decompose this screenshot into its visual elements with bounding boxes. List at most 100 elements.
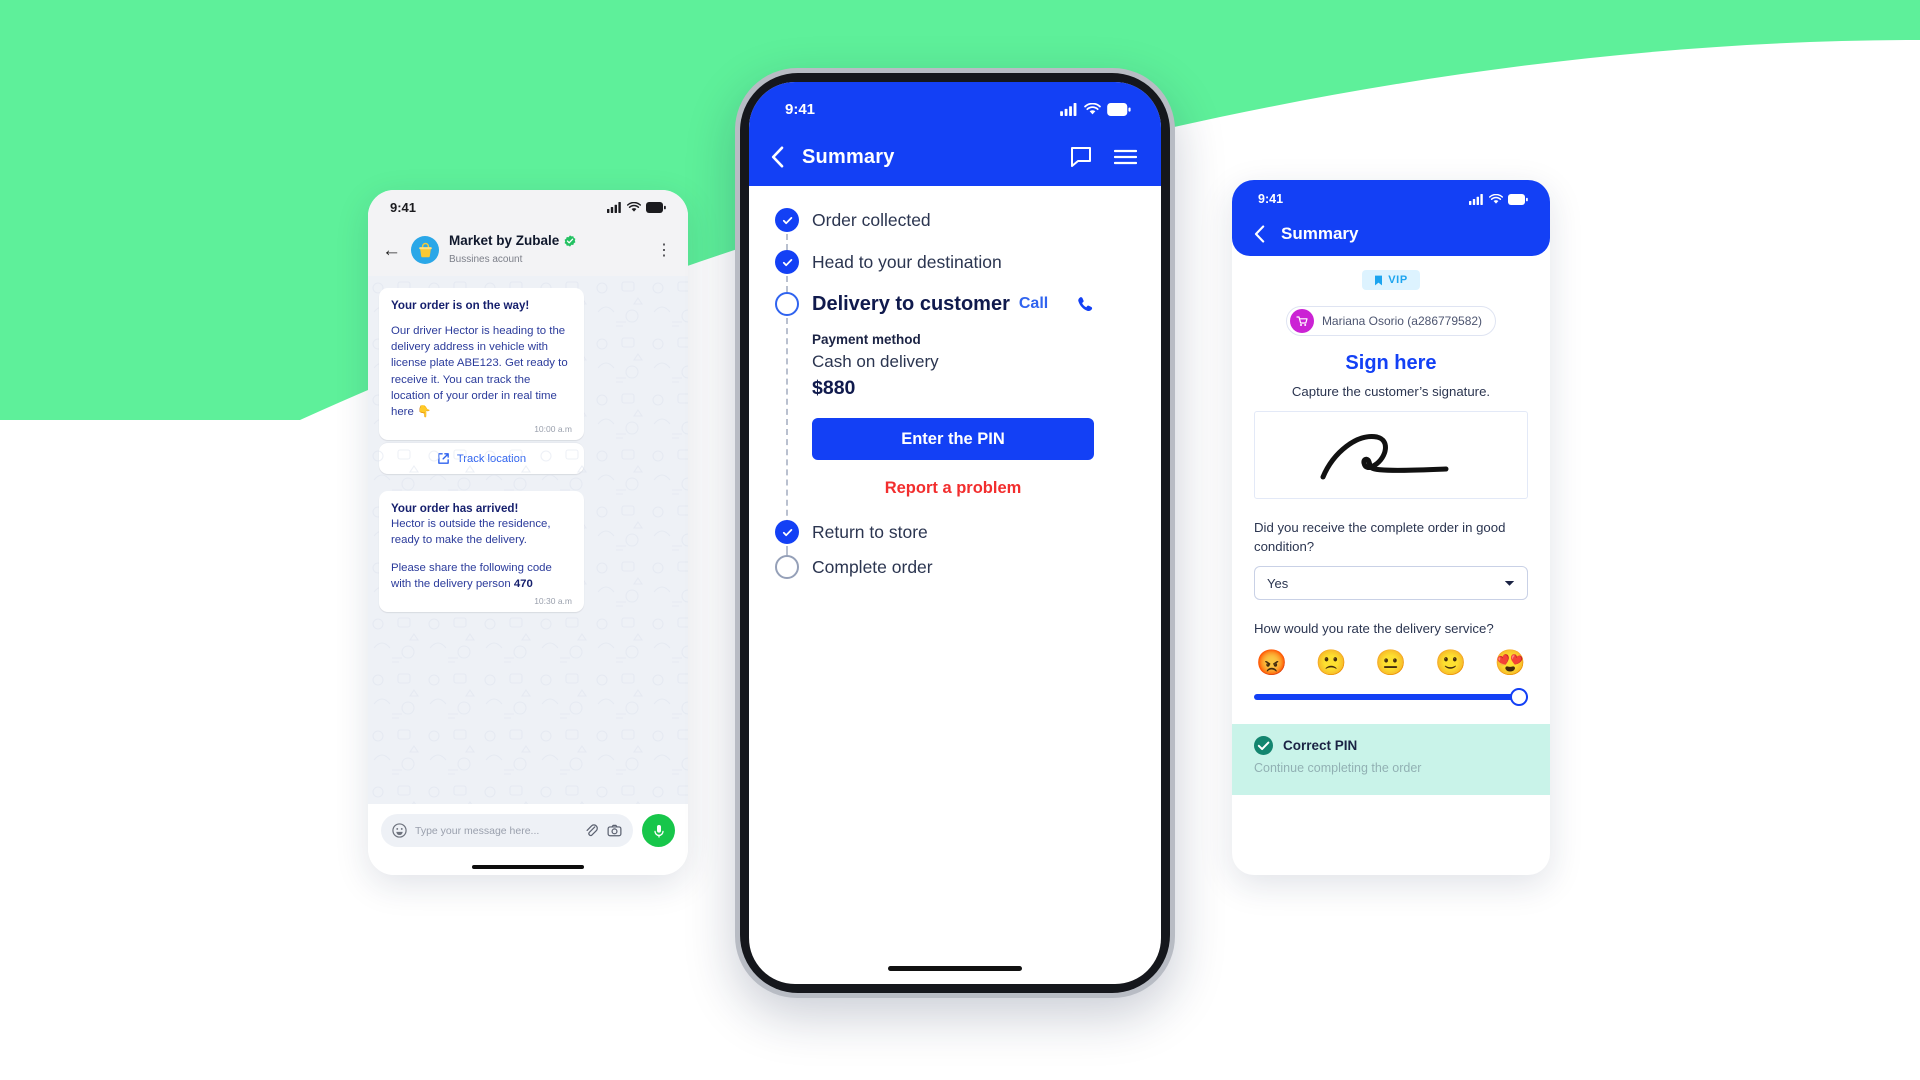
phone-icon[interactable] — [1075, 294, 1096, 315]
question-rating-label: How would you rate the delivery service? — [1254, 621, 1494, 637]
message-title: Your order is on the way! — [391, 299, 530, 312]
step-complete-order[interactable]: Complete order — [749, 555, 1161, 579]
rating-emoji-2[interactable]: 🙁 — [1316, 651, 1347, 676]
step-head-to-destination[interactable]: Head to your destination — [749, 250, 1161, 292]
overflow-menu-icon[interactable]: ⋮ — [654, 240, 674, 260]
right-top-bar: 9:41 Summary — [1232, 180, 1550, 256]
wifi-icon — [1084, 102, 1101, 114]
shopping-cart-avatar-icon — [1289, 309, 1314, 333]
message-bubble: Your order has arrived! Hector is outsid… — [379, 491, 584, 612]
rating-slider[interactable] — [1254, 688, 1528, 707]
page-title: Summary — [1281, 224, 1359, 243]
signature-stroke — [1320, 434, 1449, 480]
message-input[interactable]: Type your message here... — [381, 814, 633, 847]
cellular-signal-icon — [1469, 193, 1483, 205]
message-body-line2: Please share the following code with the… — [391, 561, 552, 590]
rating-emoji-5[interactable]: 😍 — [1495, 651, 1526, 676]
page-title: Summary — [802, 145, 895, 168]
battery-icon — [1107, 102, 1131, 116]
whatsapp-chat-header: ← Market by Zubale Bussines acount ⋮ — [368, 224, 688, 276]
emoji-icon[interactable] — [392, 823, 407, 838]
complete-order-select[interactable]: Yes — [1254, 566, 1528, 601]
voice-message-button[interactable] — [642, 814, 675, 847]
chat-bubble-icon[interactable] — [1070, 146, 1092, 168]
camera-icon[interactable] — [607, 823, 622, 838]
step-label: Delivery to customer — [812, 293, 1010, 315]
cellular-signal-icon — [1060, 102, 1077, 116]
right-status-bar: 9:41 — [1232, 180, 1550, 212]
step-label: Return to store — [812, 522, 928, 542]
rating-slider-track — [1254, 694, 1528, 701]
step-label: Complete order — [812, 557, 933, 577]
verified-badge-icon — [564, 235, 576, 247]
step-connector — [786, 234, 788, 250]
step-status-icon — [775, 292, 799, 316]
wifi-icon — [1489, 193, 1503, 204]
report-problem-link[interactable]: Report a problem — [812, 479, 1094, 498]
message-timestamp: 10:30 a.m — [534, 595, 572, 606]
sign-here-title: Sign here — [1345, 352, 1437, 374]
chevron-left-icon[interactable] — [1254, 225, 1265, 243]
enter-pin-button[interactable]: Enter the PIN — [812, 418, 1094, 460]
device-screen: 9:41 Summary Order collected Head to you… — [749, 82, 1161, 984]
vip-badge: VIP — [1362, 270, 1420, 290]
rating-emoji-4[interactable]: 🙂 — [1435, 651, 1466, 676]
paperclip-icon[interactable] — [584, 823, 599, 838]
hamburger-menu-icon[interactable] — [1114, 149, 1137, 165]
payment-method-label: Payment method — [812, 332, 921, 347]
step-connector — [786, 318, 788, 536]
call-link[interactable]: Call — [1019, 295, 1048, 313]
question-complete-order-label: Did you receive the complete order in go… — [1254, 520, 1506, 555]
correct-pin-toast: Correct PIN Continue completing the orde… — [1232, 724, 1550, 796]
chat-contact-subtitle: Bussines acount — [449, 253, 523, 265]
back-arrow-icon[interactable]: ← — [382, 241, 401, 260]
center-app-header: Summary — [749, 128, 1161, 186]
home-indicator — [888, 966, 1022, 971]
message-title: Your order has arrived! — [391, 502, 519, 516]
step-return-to-store[interactable]: Return to store — [749, 520, 1161, 558]
battery-icon — [646, 201, 666, 213]
rating-slider-knob[interactable] — [1510, 688, 1528, 707]
vip-label: VIP — [1388, 274, 1408, 286]
customer-chip[interactable]: Mariana Osorio (a286779582) — [1285, 306, 1497, 336]
bookmark-icon — [1375, 275, 1383, 285]
driver-app-phone: 9:41 Summary Order collected Head to you… — [735, 68, 1175, 998]
message-input-placeholder: Type your message here... — [415, 824, 540, 837]
message-body: Our driver Hector is heading to the deli… — [391, 325, 568, 418]
cellular-signal-icon — [607, 201, 621, 213]
sign-here-subtitle: Capture the customer’s signature. — [1291, 384, 1491, 399]
message-timestamp: 10:00 a.m — [534, 424, 572, 435]
step-order-collected[interactable]: Order collected — [749, 208, 1161, 250]
message-body-line1: Hector is outside the residence, ready t… — [391, 518, 551, 547]
step-label: Order collected — [812, 210, 931, 230]
delivery-code: 470 — [513, 577, 533, 590]
rating-emoji-3[interactable]: 😐 — [1375, 651, 1406, 676]
store-basket-avatar-icon[interactable] — [411, 236, 439, 264]
rating-emoji-1[interactable]: 😡 — [1256, 651, 1287, 676]
right-app-header: Summary — [1232, 212, 1550, 256]
left-status-bar: 9:41 — [368, 190, 688, 224]
complete-order-value: Yes — [1267, 575, 1289, 591]
wifi-icon — [627, 201, 641, 212]
status-time: 9:41 — [390, 199, 417, 215]
order-steps-list: Order collected Head to your destination… — [749, 186, 1161, 579]
chevron-left-icon[interactable] — [771, 146, 784, 168]
signature-canvas[interactable] — [1254, 411, 1528, 499]
toast-subtitle: Continue completing the order — [1254, 761, 1422, 776]
whatsapp-phone: 9:41 ← Market by Zubale Bussines acount … — [368, 190, 688, 875]
check-circle-icon — [1254, 736, 1273, 756]
step-status-icon — [775, 520, 799, 544]
center-status-bar: 9:41 — [749, 82, 1161, 128]
order-amount: $880 — [812, 377, 856, 399]
payment-method-value: Cash on delivery — [812, 352, 939, 371]
whatsapp-message-list: Your order is on the way! Our driver Hec… — [368, 276, 688, 838]
chat-contact-name: Market by Zubale — [449, 233, 560, 249]
toast-title: Correct PIN — [1283, 738, 1358, 754]
step-delivery-to-customer[interactable]: Delivery to customer Call Payment method… — [749, 292, 1161, 536]
step-connector — [786, 276, 788, 292]
customer-signature-phone: 9:41 Summary VIP Mariana Osorio (a286779… — [1232, 180, 1550, 875]
step-status-icon — [775, 208, 799, 232]
home-indicator — [472, 865, 584, 869]
status-time: 9:41 — [1258, 192, 1284, 206]
step-status-icon — [775, 250, 799, 274]
